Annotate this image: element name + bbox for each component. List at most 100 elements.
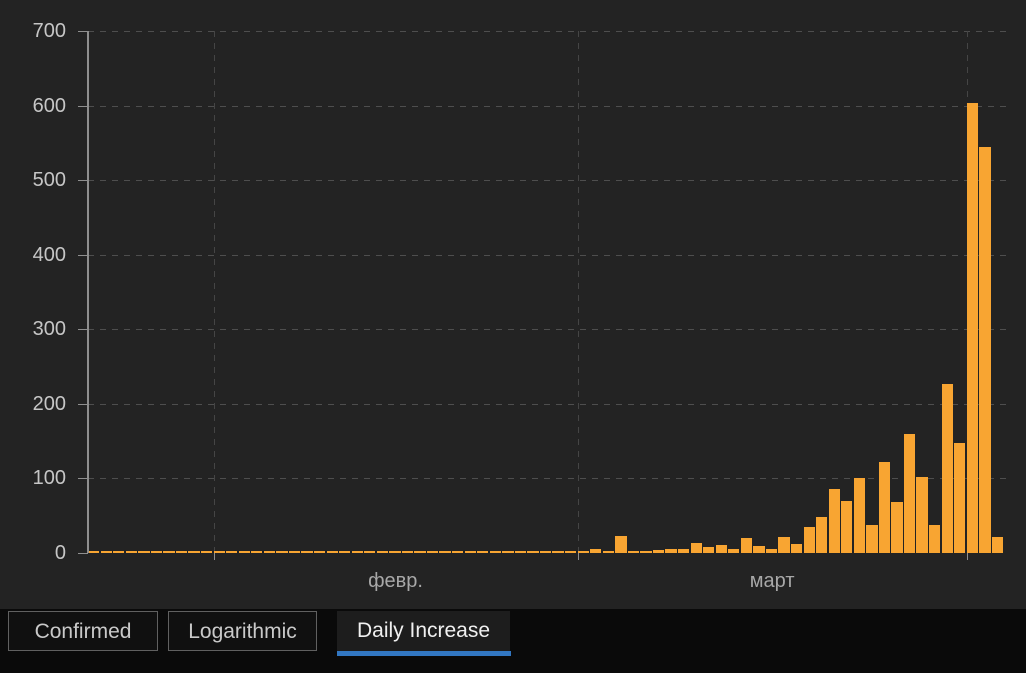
daily-increase-bar[interactable] [577, 551, 589, 553]
daily-increase-bar[interactable] [489, 551, 501, 553]
daily-increase-bar[interactable] [954, 442, 966, 553]
y-axis-line [87, 31, 89, 553]
daily-increase-bar[interactable] [790, 544, 803, 553]
daily-increase-bar[interactable] [175, 551, 188, 553]
x-axis-tick [966, 553, 968, 560]
tab-logarithmic[interactable]: Logarithmic [168, 611, 317, 651]
y-axis-tick-label: 100 [32, 467, 66, 490]
daily-increase-bar[interactable] [376, 551, 389, 553]
daily-increase-bar[interactable] [477, 551, 489, 553]
daily-increase-bar[interactable] [113, 551, 125, 553]
daily-increase-bar[interactable] [364, 551, 376, 553]
daily-increase-bar[interactable] [602, 551, 614, 553]
daily-increase-bar[interactable] [226, 551, 238, 553]
covid-dashboard: 0 100 200 300 400 500 600 700 февр. март Confirme… [0, 0, 1026, 673]
horizontal-gridline [88, 254, 1008, 256]
y-axis-tick-label: 700 [32, 20, 66, 42]
daily-increase-bar[interactable] [677, 548, 690, 553]
daily-increase-bar[interactable] [125, 551, 137, 553]
daily-increase-bar[interactable] [552, 551, 564, 553]
daily-increase-bar[interactable] [903, 433, 916, 553]
daily-increase-bar[interactable] [326, 551, 338, 553]
daily-increase-bar[interactable] [288, 551, 301, 553]
daily-increase-bar[interactable] [502, 551, 514, 553]
daily-increase-bar[interactable] [627, 550, 640, 553]
daily-increase-bar[interactable] [188, 551, 200, 553]
daily-increase-bar[interactable] [426, 551, 439, 553]
daily-increase-bar[interactable] [665, 548, 677, 553]
daily-increase-bar[interactable] [163, 551, 175, 553]
daily-increase-bar[interactable] [263, 551, 276, 553]
daily-increase-bar[interactable] [866, 525, 878, 553]
y-axis-tick-label: 500 [32, 169, 66, 192]
daily-increase-bar[interactable] [652, 550, 665, 553]
daily-increase-bar[interactable] [929, 525, 941, 553]
daily-increase-bar[interactable] [389, 551, 401, 553]
daily-increase-bar[interactable] [803, 526, 815, 553]
horizontal-gridline [88, 31, 1008, 32]
daily-increase-bar[interactable] [251, 551, 263, 553]
daily-increase-bar[interactable] [816, 517, 828, 553]
daily-increase-chart: 0 100 200 300 400 500 600 700 февр. март [0, 0, 1026, 609]
daily-increase-bar[interactable] [878, 462, 891, 553]
x-axis-tick [577, 553, 579, 560]
daily-increase-bar[interactable] [351, 551, 363, 553]
horizontal-gridline [88, 180, 1008, 182]
active-tab-underline [337, 651, 511, 656]
daily-increase-bar[interactable] [765, 549, 778, 553]
y-axis-tick-label: 400 [32, 243, 66, 266]
horizontal-gridline [88, 329, 1008, 331]
daily-increase-bar[interactable] [238, 551, 250, 553]
daily-increase-bar[interactable] [439, 551, 451, 553]
daily-increase-bar[interactable] [414, 551, 426, 553]
daily-increase-bar[interactable] [138, 551, 150, 553]
tab-confirmed[interactable]: Confirmed [8, 611, 158, 651]
x-axis-month-label: март [749, 570, 795, 592]
y-axis-tick-label: 300 [32, 318, 66, 341]
tab-bar: Confirmed Logarithmic Daily Increase [0, 609, 1026, 673]
daily-increase-bar[interactable] [740, 538, 753, 553]
tab-daily-increase[interactable]: Daily Increase [337, 611, 510, 651]
daily-increase-bar[interactable] [401, 551, 414, 553]
daily-increase-bar[interactable] [339, 551, 351, 553]
daily-increase-bar[interactable] [150, 551, 163, 553]
daily-increase-bar[interactable] [615, 535, 627, 553]
daily-increase-bar[interactable] [301, 551, 313, 553]
daily-increase-bar[interactable] [991, 536, 1004, 553]
daily-increase-bar[interactable] [690, 542, 702, 553]
daily-increase-bar[interactable] [753, 546, 765, 553]
daily-increase-bar[interactable] [715, 544, 727, 553]
daily-increase-bar[interactable] [464, 551, 476, 553]
y-axis-tick [78, 553, 88, 554]
daily-increase-bar[interactable] [891, 501, 903, 553]
daily-increase-bar[interactable] [941, 383, 953, 553]
daily-increase-bar[interactable] [966, 102, 978, 553]
horizontal-gridline [88, 478, 1008, 480]
daily-increase-bar[interactable] [853, 478, 866, 553]
vertical-gridline [577, 31, 579, 553]
daily-increase-bar[interactable] [539, 551, 552, 553]
daily-increase-bar[interactable] [590, 549, 602, 553]
daily-increase-bar[interactable] [703, 547, 715, 553]
daily-increase-bar[interactable] [213, 551, 225, 553]
daily-increase-bar[interactable] [841, 500, 853, 553]
horizontal-gridline [88, 105, 1008, 107]
daily-increase-bar[interactable] [916, 476, 928, 553]
daily-increase-bar[interactable] [100, 551, 112, 553]
daily-increase-bar[interactable] [200, 551, 213, 553]
daily-increase-bar[interactable] [276, 551, 288, 553]
daily-increase-bar[interactable] [979, 146, 991, 553]
daily-increase-bar[interactable] [565, 551, 577, 553]
x-axis-tick [213, 553, 215, 560]
daily-increase-bar[interactable] [527, 551, 539, 553]
daily-increase-bar[interactable] [313, 551, 326, 553]
daily-increase-bar[interactable] [778, 536, 790, 553]
daily-increase-bar[interactable] [514, 551, 527, 553]
daily-increase-bar[interactable] [728, 548, 740, 553]
daily-increase-bar[interactable] [828, 488, 840, 553]
daily-increase-bar[interactable] [88, 551, 100, 553]
daily-increase-bar[interactable] [640, 551, 652, 553]
y-axis-tick-label: 600 [32, 94, 66, 117]
horizontal-gridline [88, 403, 1008, 405]
daily-increase-bar[interactable] [452, 551, 464, 553]
